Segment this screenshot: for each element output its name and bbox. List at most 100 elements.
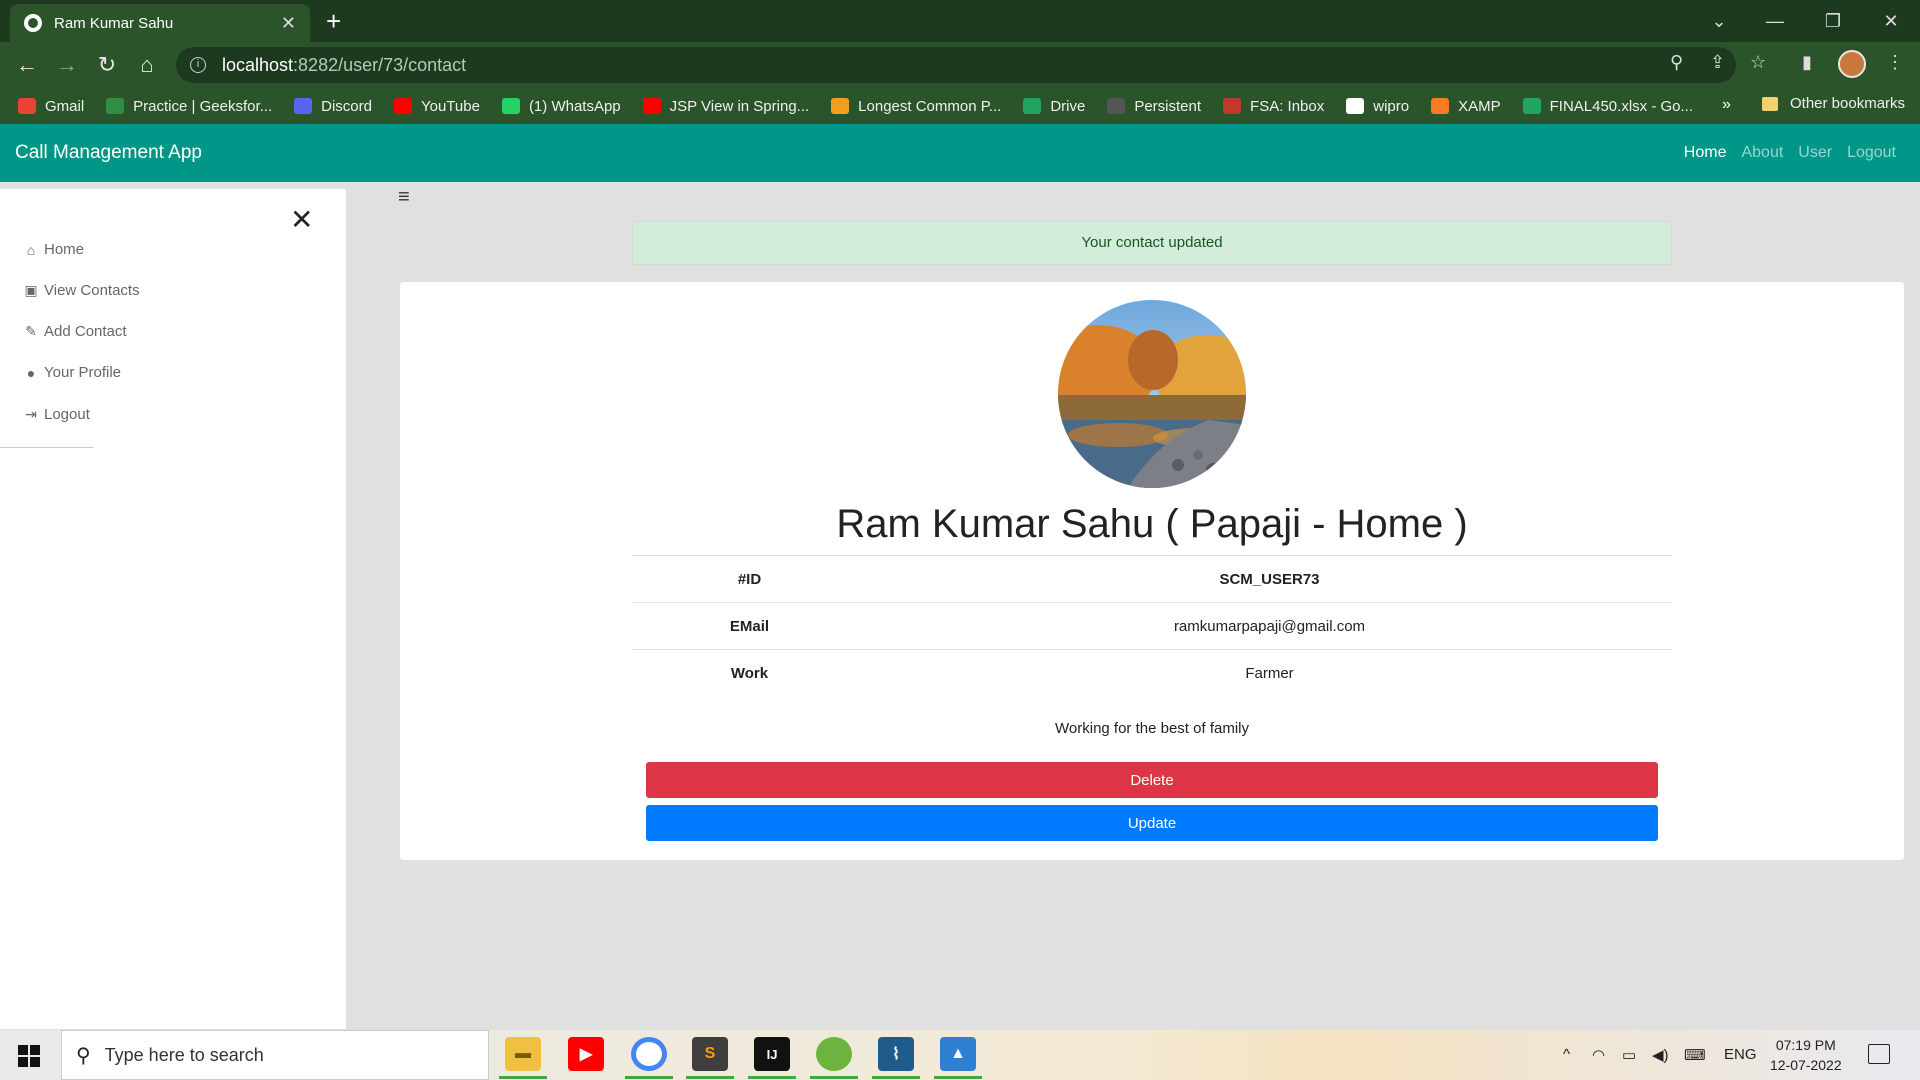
bookmark-item[interactable]: Practice | Geeksfor... — [106, 98, 272, 115]
bookmark-item[interactable]: Drive — [1023, 98, 1085, 115]
address-book-icon: ▣ — [24, 282, 38, 298]
bookmark-favicon-icon — [18, 98, 36, 114]
bookmark-favicon-icon — [294, 98, 313, 114]
bookmark-item[interactable]: Longest Common P... — [831, 98, 1001, 115]
sidebar-close-icon[interactable]: ✕ — [290, 203, 313, 236]
app-brand[interactable]: Call Management App — [15, 142, 202, 164]
running-indicator — [872, 1076, 920, 1079]
address-bar-row: ← → ↻ ⌂ i localhost:8282/user/73/contact… — [0, 42, 1920, 88]
profile-avatar[interactable] — [1838, 50, 1866, 78]
bookmark-favicon-icon — [1431, 98, 1450, 114]
forward-icon[interactable]: → — [52, 50, 82, 80]
running-indicator — [748, 1076, 796, 1079]
windows-start-icon[interactable] — [18, 1045, 40, 1067]
bookmark-item[interactable]: (1) WhatsApp — [501, 98, 621, 115]
sidebar-item-your-profile[interactable]: ● Your Profile — [23, 364, 121, 381]
restore-icon[interactable]: ❐ — [1804, 0, 1862, 42]
bookmark-star-icon[interactable]: ☆ — [1750, 52, 1766, 73]
nav-link-user[interactable]: User — [1798, 144, 1832, 162]
globe-icon — [24, 14, 42, 32]
running-indicator — [810, 1076, 858, 1079]
minimize-icon[interactable]: — — [1746, 0, 1804, 42]
intellij-icon[interactable]: IJ — [754, 1037, 790, 1071]
menu-kebab-icon[interactable]: ⋮ — [1886, 52, 1904, 73]
bookmark-item[interactable]: FINAL450.xlsx - Go... — [1522, 97, 1693, 115]
nav-link-home[interactable]: Home — [1684, 144, 1727, 162]
wifi-icon[interactable]: ◠ — [1592, 1046, 1605, 1064]
new-tab-button[interactable]: + — [326, 6, 341, 36]
language-indicator[interactable]: ENG — [1724, 1046, 1757, 1063]
file-explorer-icon[interactable]: ▬ — [505, 1037, 541, 1071]
work-value: Farmer — [867, 649, 1672, 697]
bookmark-favicon-icon — [1346, 98, 1365, 114]
sidebar-item-logout[interactable]: ⇥ Logout — [23, 406, 90, 423]
chrome-icon[interactable] — [631, 1037, 667, 1071]
back-icon[interactable]: ← — [12, 50, 42, 80]
taskbar-search-input[interactable]: ⚲ Type here to search — [61, 1030, 489, 1080]
bookmark-label: Drive — [1050, 97, 1086, 115]
bookmark-label: YouTube — [420, 97, 480, 115]
bookmark-item[interactable]: XAMP — [1431, 98, 1501, 115]
spring-tool-icon[interactable] — [816, 1037, 852, 1071]
tray-chevron-icon[interactable]: ^ — [1563, 1046, 1570, 1063]
youtube-app-icon[interactable]: ▶ — [568, 1037, 604, 1071]
photos-app-icon[interactable]: ▲ — [940, 1037, 976, 1071]
nav-link-logout[interactable]: Logout — [1847, 144, 1896, 162]
home-icon: ⌂ — [26, 241, 36, 258]
bookmark-favicon-icon — [831, 98, 850, 114]
running-indicator — [499, 1076, 547, 1079]
system-clock[interactable]: 07:19 PM 12-07-2022 — [1770, 1035, 1842, 1075]
zoom-icon[interactable]: ⚲ — [1670, 52, 1683, 73]
windows-taskbar: ⚲ Type here to search ▬ ▶ S IJ ⌇ ▲ ^ ◠ ▭… — [0, 1030, 1920, 1080]
home-icon[interactable]: ⌂ — [132, 50, 162, 80]
user-circle-icon: ● — [26, 364, 36, 381]
sign-out-icon: ⇥ — [25, 406, 37, 422]
bookmark-favicon-icon — [1522, 98, 1541, 114]
hamburger-menu-icon[interactable]: ≡ — [398, 186, 410, 209]
bookmark-item[interactable]: Gmail — [18, 98, 84, 115]
url-input[interactable]: i localhost:8282/user/73/contact — [176, 47, 1736, 83]
delete-button[interactable]: Delete — [646, 762, 1658, 798]
bookmark-item[interactable]: Persistent — [1107, 98, 1201, 115]
bookmark-label: FSA: Inbox — [1250, 97, 1325, 115]
sidebar-item-home[interactable]: ⌂ Home — [23, 241, 84, 258]
close-window-icon[interactable]: ✕ — [1862, 0, 1920, 42]
bookmark-label: FINAL450.xlsx - Go... — [1549, 97, 1693, 115]
clock-date: 12-07-2022 — [1770, 1057, 1842, 1073]
nav-link-about[interactable]: About — [1741, 144, 1783, 162]
battery-icon[interactable]: ▭ — [1622, 1046, 1636, 1064]
tab-search-icon[interactable]: ⌄ — [1690, 0, 1748, 42]
id-label: #ID — [632, 555, 867, 603]
bookmark-item[interactable]: Discord — [294, 98, 372, 115]
sidebar-item-add-contact[interactable]: ✎ Add Contact — [23, 323, 126, 340]
success-alert: Your contact updated — [632, 221, 1672, 265]
contact-photo — [1058, 300, 1246, 488]
notification-center-icon[interactable] — [1868, 1044, 1890, 1064]
reload-icon[interactable]: ↻ — [92, 50, 122, 80]
side-panel-icon[interactable]: ▮ — [1802, 52, 1812, 73]
running-indicator — [934, 1076, 982, 1079]
sidebar-divider — [0, 447, 93, 448]
bookmark-item[interactable]: YouTube — [393, 97, 480, 115]
update-button[interactable]: Update — [646, 805, 1658, 841]
tab-close-icon[interactable]: ✕ — [281, 13, 296, 34]
volume-icon[interactable]: ◀) — [1652, 1046, 1669, 1064]
sublime-text-icon[interactable]: S — [692, 1037, 728, 1071]
clock-time: 07:19 PM — [1775, 1037, 1836, 1053]
share-icon[interactable]: ⇪ — [1710, 52, 1725, 73]
site-info-icon[interactable]: i — [190, 57, 206, 73]
bookmark-item[interactable]: FSA: Inbox — [1223, 98, 1324, 115]
bookmark-item[interactable]: wipro — [1346, 98, 1409, 115]
bookmark-item[interactable]: JSP View in Spring... — [642, 98, 809, 115]
contact-name: Ram Kumar Sahu ( Papaji - Home ) — [836, 502, 1468, 546]
bookmarks-overflow-icon[interactable]: » — [1722, 96, 1731, 114]
keyboard-icon[interactable]: ⌨ — [1684, 1046, 1706, 1064]
browser-tab[interactable]: Ram Kumar Sahu ✕ — [10, 4, 310, 42]
other-bookmarks[interactable]: Other bookmarks — [1762, 95, 1905, 112]
bookmark-favicon-icon — [393, 98, 412, 114]
contact-description: Working for the best of family — [1055, 720, 1249, 737]
table-row: EMail ramkumarpapaji@gmail.com — [632, 602, 1672, 650]
sidebar-item-view-contacts[interactable]: ▣ View Contacts — [23, 282, 139, 299]
mysql-workbench-icon[interactable]: ⌇ — [878, 1037, 914, 1071]
nav-links: Home About User Logout — [1669, 144, 1896, 162]
